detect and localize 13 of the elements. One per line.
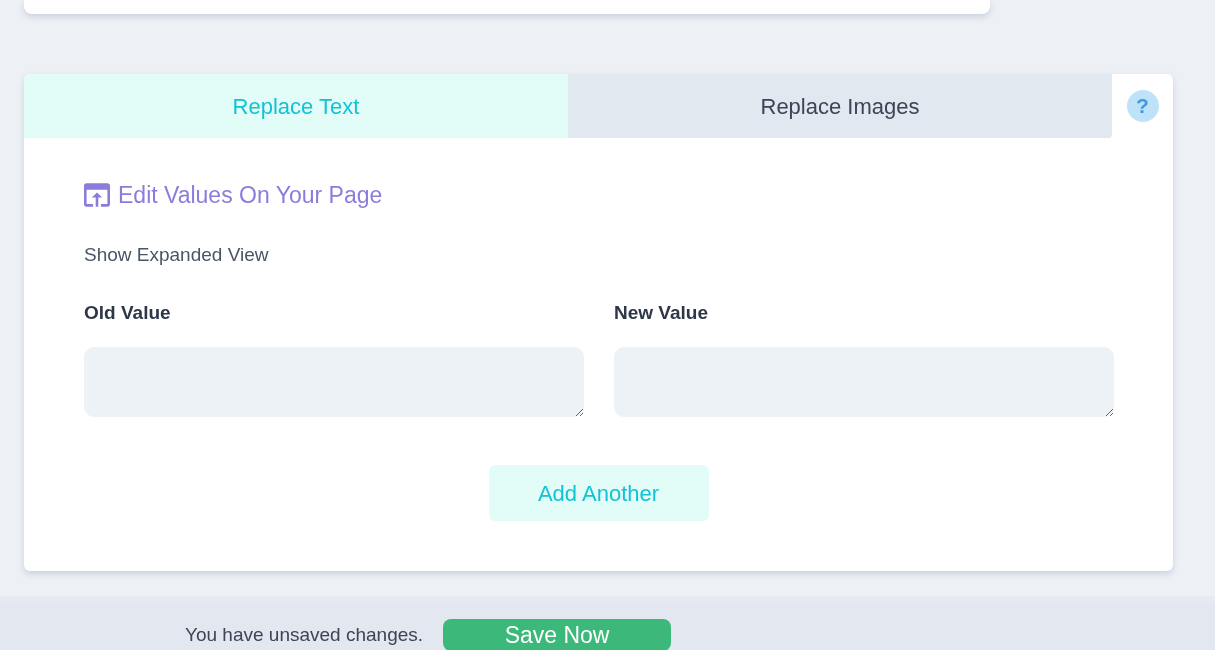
tab[interactable]: Replace Text xyxy=(24,74,568,138)
window-upload-icon xyxy=(84,182,110,208)
help-button[interactable]: ? xyxy=(1126,90,1159,122)
unsaved-changes-message: You have unsaved changes. xyxy=(185,624,424,646)
field-label: New Value xyxy=(614,302,708,324)
show-expanded-view-link[interactable]: Show Expanded View xyxy=(84,244,269,266)
input-field[interactable] xyxy=(84,347,584,417)
field-label: Old Value xyxy=(84,302,171,324)
tab[interactable]: Replace Images xyxy=(568,74,1112,138)
edit-values-link[interactable]: Edit Values On Your Page xyxy=(84,181,383,209)
input-field[interactable] xyxy=(614,347,1114,417)
add-another-button[interactable]: Add Another xyxy=(488,465,709,521)
save-now-button[interactable]: Save Now xyxy=(443,619,672,650)
